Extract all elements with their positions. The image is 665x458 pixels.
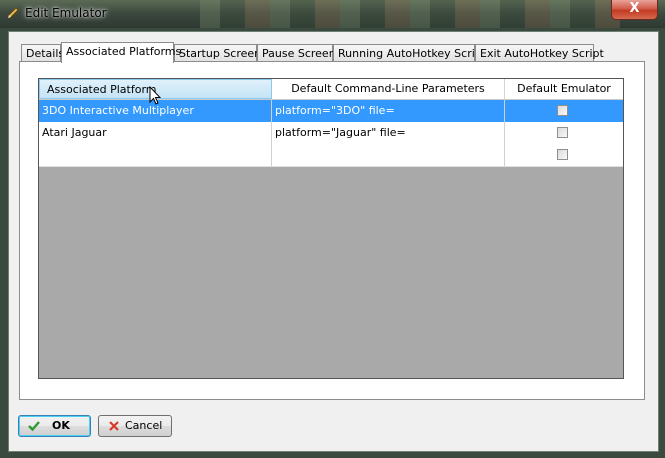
ok-button-label: OK [52,419,70,432]
column-header-default-emulator[interactable]: Default Emulator [505,79,623,99]
platforms-grid[interactable]: Associated Platform Default Command-Line… [38,78,624,379]
pencil-icon [7,7,19,19]
grid-header: Associated Platform Default Command-Line… [39,79,623,100]
cancel-button-label: Cancel [125,419,163,432]
platform-cell[interactable]: Atari Jaguar [39,122,272,144]
default-emulator-checkbox[interactable] [557,105,568,116]
table-row[interactable]: Atari Jaguar platform="Jaguar" file= [39,122,623,145]
tab-details[interactable]: Details [21,44,64,61]
ok-button[interactable]: OK [18,415,91,437]
title-bar-background [200,0,620,28]
platform-cell[interactable] [39,144,272,166]
default-emulator-checkbox[interactable] [557,127,568,138]
window-title: Edit Emulator [25,6,107,20]
default-emulator-cell [505,144,623,166]
tab-panel: Associated Platform Default Command-Line… [19,61,645,400]
column-header-command-line-parameters[interactable]: Default Command-Line Parameters [272,79,505,99]
tab-pause-screen[interactable]: Pause Screen [257,44,336,61]
table-row[interactable]: 3DO Interactive Multiplayer platform="3D… [39,100,623,123]
tab-running-autohotkey-script[interactable]: Running AutoHotkey Script [333,44,486,61]
close-button[interactable]: X [611,0,658,20]
default-emulator-cell [505,100,623,122]
params-cell[interactable]: platform="Jaguar" file= [272,122,505,144]
cancel-button[interactable]: Cancel [98,415,172,437]
title-bar[interactable]: Edit Emulator X [0,0,665,28]
table-row-new[interactable] [39,144,623,167]
tab-associated-platforms[interactable]: Associated Platforms [61,42,181,63]
checkmark-icon [28,421,40,432]
x-icon [109,421,119,431]
tab-startup-screen[interactable]: Startup Screen [174,44,261,61]
default-emulator-cell [505,122,623,144]
tab-exit-autohotkey-script[interactable]: Exit AutoHotkey Script [475,44,604,61]
dialog-client-area: Details Associated Platforms Startup Scr… [8,31,659,452]
params-cell[interactable] [272,144,505,166]
params-cell[interactable]: platform="3DO" file= [272,100,505,122]
default-emulator-checkbox[interactable] [557,149,568,160]
mouse-cursor-icon [149,86,161,105]
